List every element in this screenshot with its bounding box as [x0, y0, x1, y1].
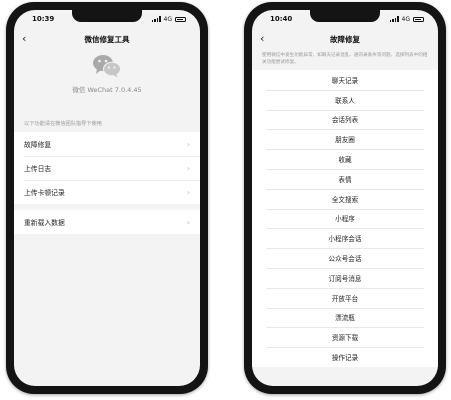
left-phone: 10:39 4G ‹ 微信修复工具 微信 WeChat 7.0.4.45 以下功…	[6, 2, 208, 394]
signal-icon	[151, 16, 161, 22]
status-time: 10:39	[32, 15, 55, 23]
cell-label: 重新载入数据	[24, 219, 65, 227]
intro-text: 使用微信中发生功能异常，如聊天记录混乱、通讯录丢失等问题，选择列表中的相关功能尝…	[262, 53, 428, 65]
cell-reload-data[interactable]: 重新载入数据 ›	[14, 210, 200, 234]
menu-item-official-account-chats[interactable]: 公众号会话	[252, 248, 438, 268]
menu-item-operation-records[interactable]: 操作记录	[252, 347, 438, 367]
repair-menu: 聊天记录 联系人 会话列表 朋友圈 收藏 表情 全文搜索 小程序 小程序会话 公…	[252, 70, 438, 367]
status-icons: 4G	[151, 15, 186, 23]
nav-bar: ‹ 故障修复	[252, 28, 438, 50]
cell-fault-repair[interactable]: 故障修复 ›	[14, 132, 200, 156]
wechat-logo-icon	[93, 55, 121, 78]
cell-upload-lag-record[interactable]: 上传卡顿记录 ›	[14, 180, 200, 204]
tool-group-primary: 故障修复 › 上传日志 › 上传卡顿记录 ›	[14, 132, 200, 204]
right-screen: 10:40 4G ‹ 故障修复 使用微信中发生功能异常，如聊天记录混乱、通讯录丢…	[252, 10, 438, 386]
menu-item-moments[interactable]: 朋友圈	[252, 129, 438, 149]
cell-label: 故障修复	[24, 141, 52, 149]
menu-item-subscription-messages[interactable]: 订阅号消息	[252, 267, 438, 288]
page-title: 故障修复	[330, 34, 360, 44]
menu-item-chat-history[interactable]: 聊天记录	[252, 70, 438, 90]
cell-upload-log[interactable]: 上传日志 ›	[14, 156, 200, 180]
back-chevron-icon[interactable]: ‹	[260, 32, 264, 45]
tool-group-secondary: 重新载入数据 ›	[14, 210, 200, 234]
nav-bar: ‹ 微信修复工具	[14, 28, 200, 50]
chevron-right-icon: ›	[186, 217, 190, 227]
chevron-right-icon: ›	[186, 139, 190, 149]
menu-item-mini-programs[interactable]: 小程序	[252, 208, 438, 229]
menu-item-full-text-search[interactable]: 全文搜索	[252, 188, 438, 209]
menu-item-resource-download[interactable]: 资源下载	[252, 327, 438, 347]
notch	[310, 10, 380, 22]
network-label: 4G	[163, 15, 172, 23]
status-time: 10:40	[270, 15, 293, 23]
menu-item-chat-list[interactable]: 会话列表	[252, 109, 438, 130]
cell-label: 上传日志	[24, 165, 52, 173]
left-screen: 10:39 4G ‹ 微信修复工具 微信 WeChat 7.0.4.45 以下功…	[14, 10, 200, 386]
version-text: 微信 WeChat 7.0.4.45	[72, 86, 142, 94]
menu-item-mini-program-chats[interactable]: 小程序会话	[252, 228, 438, 248]
cell-label: 上传卡顿记录	[24, 189, 65, 197]
menu-item-favorites[interactable]: 收藏	[252, 149, 438, 169]
logo-area: 微信 WeChat 7.0.4.45	[14, 50, 200, 108]
right-phone: 10:40 4G ‹ 故障修复 使用微信中发生功能异常，如聊天记录混乱、通讯录丢…	[244, 2, 446, 394]
menu-item-drift-bottle[interactable]: 漂流瓶	[252, 307, 438, 328]
notch	[72, 10, 142, 22]
status-icons: 4G	[389, 15, 424, 23]
signal-icon	[389, 16, 399, 22]
menu-item-stickers[interactable]: 表情	[252, 168, 438, 189]
network-label: 4G	[401, 15, 410, 23]
chevron-right-icon: ›	[186, 163, 190, 173]
section-note: 以下功能请在微信团队指导下使用	[24, 121, 102, 127]
menu-item-open-platform[interactable]: 开放平台	[252, 287, 438, 308]
battery-icon	[175, 16, 186, 22]
menu-item-contacts[interactable]: 联系人	[252, 89, 438, 110]
page-title: 微信修复工具	[84, 34, 130, 44]
back-chevron-icon[interactable]: ‹	[22, 32, 26, 45]
battery-icon	[413, 16, 424, 22]
chevron-right-icon: ›	[186, 187, 190, 197]
